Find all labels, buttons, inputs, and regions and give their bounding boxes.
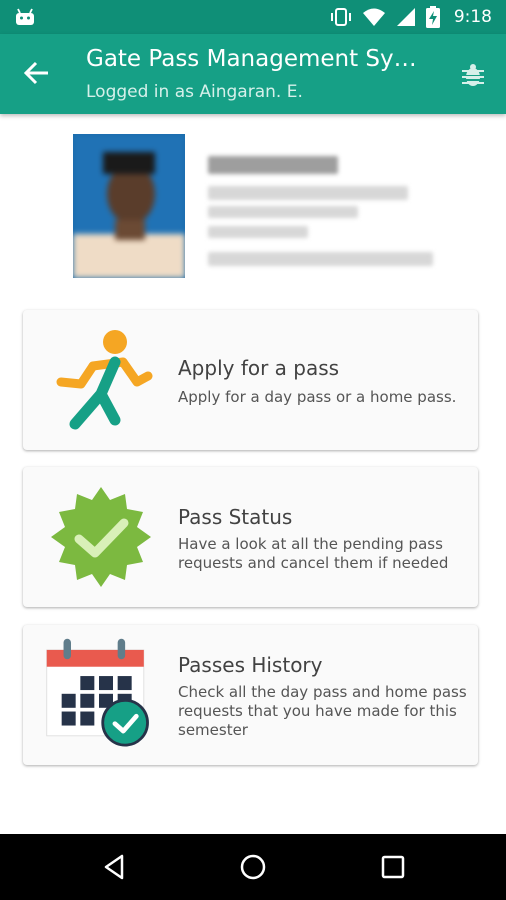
profile-detail-redacted [208, 206, 358, 218]
app-title: Gate Pass Management System [86, 46, 426, 72]
apply-pass-card[interactable]: Apply for a pass Apply for a day pass or… [23, 310, 478, 450]
card-description: Apply for a day pass or a home pass. [178, 388, 457, 406]
clock: 9:18 [453, 7, 492, 27]
app-subtitle: Logged in as Aingaran. E. [86, 82, 303, 102]
status-bar: 9:18 [0, 0, 506, 34]
navigation-bar [0, 834, 506, 900]
card-title: Apply for a pass [178, 356, 340, 380]
verified-badge-icon [51, 487, 151, 587]
profile-photo [73, 134, 185, 278]
profile-detail-redacted [208, 252, 433, 266]
running-person-icon [56, 330, 153, 430]
card-description: Have a look at all the pending pass requ… [178, 535, 449, 572]
recents-square-icon[interactable] [378, 852, 408, 882]
card-title: Pass Status [178, 505, 293, 529]
arrow-left-icon[interactable] [22, 58, 52, 88]
home-circle-icon[interactable] [238, 852, 268, 882]
signal-icon [396, 8, 415, 26]
calendar-check-icon [46, 638, 149, 747]
android-icon [16, 8, 34, 25]
app-bar: Gate Pass Management System Logged in as… [0, 34, 506, 114]
bug-icon[interactable] [460, 62, 486, 88]
battery-charging-icon [425, 6, 440, 28]
profile-detail-redacted [208, 226, 308, 238]
pass-status-card[interactable]: Pass Status Have a look at all the pendi… [23, 467, 478, 607]
wifi-icon [362, 8, 385, 26]
profile-section [73, 134, 493, 280]
card-title: Passes History [178, 653, 323, 677]
profile-detail-redacted [208, 186, 408, 200]
profile-name-redacted [208, 156, 338, 174]
card-description: Check all the day pass and home pass req… [178, 683, 467, 739]
vibrate-icon [330, 8, 351, 26]
passes-history-card[interactable]: Passes History Check all the day pass an… [23, 625, 478, 765]
back-triangle-icon[interactable] [100, 852, 130, 882]
